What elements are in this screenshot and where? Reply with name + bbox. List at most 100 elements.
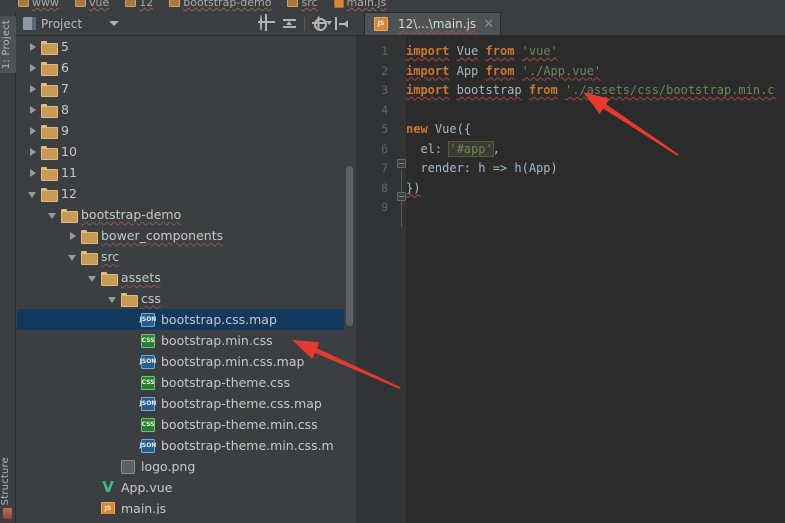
project-panel-title[interactable]: Project (23, 17, 120, 31)
chevron-right-icon[interactable] (27, 125, 39, 137)
tree-folder-row[interactable]: 11 (17, 162, 354, 183)
breadcrumb-label: main.js (346, 0, 387, 9)
fold-marker-expanded[interactable]: − (397, 159, 406, 168)
tree-file-row[interactable]: JSON bootstrap.css.map (17, 309, 354, 330)
rail-button-structure[interactable]: Structure (0, 457, 16, 505)
locate-icon[interactable] (260, 15, 275, 31)
chevron-right-icon[interactable] (27, 41, 39, 53)
breadcrumb-item-vue[interactable]: vue (75, 0, 109, 9)
code-line[interactable]: new Vue({ (406, 120, 785, 140)
code-line[interactable]: el: '#app', (406, 140, 785, 160)
breadcrumb-item-main-js[interactable]: main.js (333, 0, 387, 9)
tree-folder-row[interactable]: 12 (17, 183, 354, 204)
breadcrumb-item-www[interactable]: www (18, 0, 59, 9)
tab-main-js[interactable]: JS 12\...\main.js ✕ (364, 12, 502, 35)
breadcrumb-item-bootstrap-demo[interactable]: bootstrap-demo (169, 0, 271, 9)
chevron-right-icon[interactable] (27, 62, 39, 74)
folder-icon (75, 0, 86, 7)
settings-gear-icon[interactable] (312, 16, 332, 31)
tree-folder-row[interactable]: 10 (17, 141, 354, 162)
chevron-right-icon[interactable] (27, 146, 39, 158)
close-icon[interactable]: ✕ (483, 17, 494, 32)
structure-icon (3, 508, 12, 519)
tree-row-label: 6 (61, 60, 69, 75)
fold-marker-inner[interactable]: − (397, 192, 406, 201)
tree-folder-row[interactable]: 5 (17, 36, 354, 57)
project-tree[interactable]: 5 6 7 8 9 10 11 12 bootstrap-demo bower_component… (17, 36, 354, 523)
chevron-down-icon[interactable] (107, 293, 119, 305)
tree-folder-row[interactable]: 8 (17, 99, 354, 120)
breadcrumb-item-src[interactable]: src (287, 0, 318, 9)
rail-button-project[interactable]: 1: Project (0, 16, 16, 74)
code-folding-column[interactable]: − − (394, 36, 406, 523)
tree-folder-row[interactable]: src (17, 246, 354, 267)
code-token: './App.vue' (521, 63, 602, 78)
code-token: import (406, 83, 450, 97)
tree-file-row[interactable]: JSON bootstrap.min.css.map (17, 351, 354, 372)
chevron-down-icon[interactable] (67, 251, 79, 263)
tree-file-row[interactable]: V App.vue (17, 477, 354, 498)
tree-folder-row[interactable]: assets (17, 267, 354, 288)
code-line[interactable]: import bootstrap from './assets/css/boot… (406, 81, 785, 101)
chevron-right-icon[interactable] (27, 167, 39, 179)
tree-row-label: logo.png (141, 459, 196, 474)
code-line[interactable]: import Vue from 'vue' (406, 42, 785, 62)
folder-icon (41, 40, 58, 55)
breadcrumb-label: bootstrap-demo (183, 0, 272, 9)
project-panel-toolbar (260, 15, 354, 31)
chevron-right-icon[interactable] (67, 230, 79, 242)
chevron-down-icon[interactable] (47, 209, 59, 221)
chevron-down-icon[interactable] (87, 272, 99, 284)
tree-file-row[interactable]: JSON bootstrap-theme.css.map (17, 393, 354, 414)
tree-row-label: bootstrap-demo (81, 207, 182, 222)
tree-folder-row[interactable]: 6 (17, 57, 354, 78)
tree-folder-row[interactable]: css (17, 288, 354, 309)
code-token: import (406, 63, 450, 78)
tree-vertical-scrollbar[interactable] (344, 36, 354, 523)
code-content[interactable]: import Vue from 'vue' import App from './… (406, 42, 785, 218)
line-number: 4 (381, 102, 388, 117)
hide-panel-icon[interactable] (334, 17, 348, 30)
tree-folder-row[interactable]: bootstrap-demo (17, 204, 354, 225)
editor-vertical-scrollbar[interactable] (776, 36, 785, 523)
code-line[interactable]: render: h => h(App) (406, 159, 785, 179)
chevron-down-icon[interactable] (27, 188, 39, 200)
code-line[interactable] (406, 198, 785, 218)
line-number: 5 (381, 122, 388, 136)
tree-file-row[interactable]: CSS bootstrap-theme.min.css (17, 414, 354, 435)
tree-file-row[interactable]: logo.png (17, 456, 354, 477)
code-token: App (456, 63, 479, 78)
collapse-all-icon[interactable] (282, 16, 297, 31)
tree-row-label: 7 (61, 81, 69, 96)
tree-row-label: 10 (61, 144, 77, 159)
chevron-right-icon[interactable] (27, 83, 39, 95)
folder-icon (41, 166, 58, 181)
tree-folder-row[interactable]: 9 (17, 120, 354, 141)
code-line[interactable]: }) (406, 179, 785, 199)
tree-row-label: bootstrap-theme.css.map (161, 396, 322, 411)
tree-file-row[interactable]: CSS bootstrap-theme.css (17, 372, 354, 393)
code-line[interactable] (406, 101, 785, 121)
tree-horizontal-scrollbar[interactable] (17, 514, 344, 523)
tree-file-row[interactable]: CSS bootstrap.min.css (17, 330, 354, 351)
tree-folder-row[interactable]: 7 (17, 78, 354, 99)
code-token: el: (406, 141, 450, 156)
tree-scrollbar-thumb[interactable] (346, 166, 353, 326)
folder-icon (81, 250, 98, 265)
code-line[interactable]: import App from './App.vue' (406, 62, 785, 82)
tree-file-row[interactable]: JSON bootstrap-theme.min.css.m (17, 435, 354, 456)
folder-icon (41, 124, 58, 139)
chevron-right-icon[interactable] (27, 104, 39, 116)
breadcrumb-item-12[interactable]: 12 (125, 0, 153, 9)
chevron-down-icon[interactable] (109, 21, 120, 26)
code-editor[interactable]: 123456789 − − import Vue from 'vue' impor… (356, 36, 785, 523)
tree-folder-row[interactable]: bower_components (17, 225, 354, 246)
